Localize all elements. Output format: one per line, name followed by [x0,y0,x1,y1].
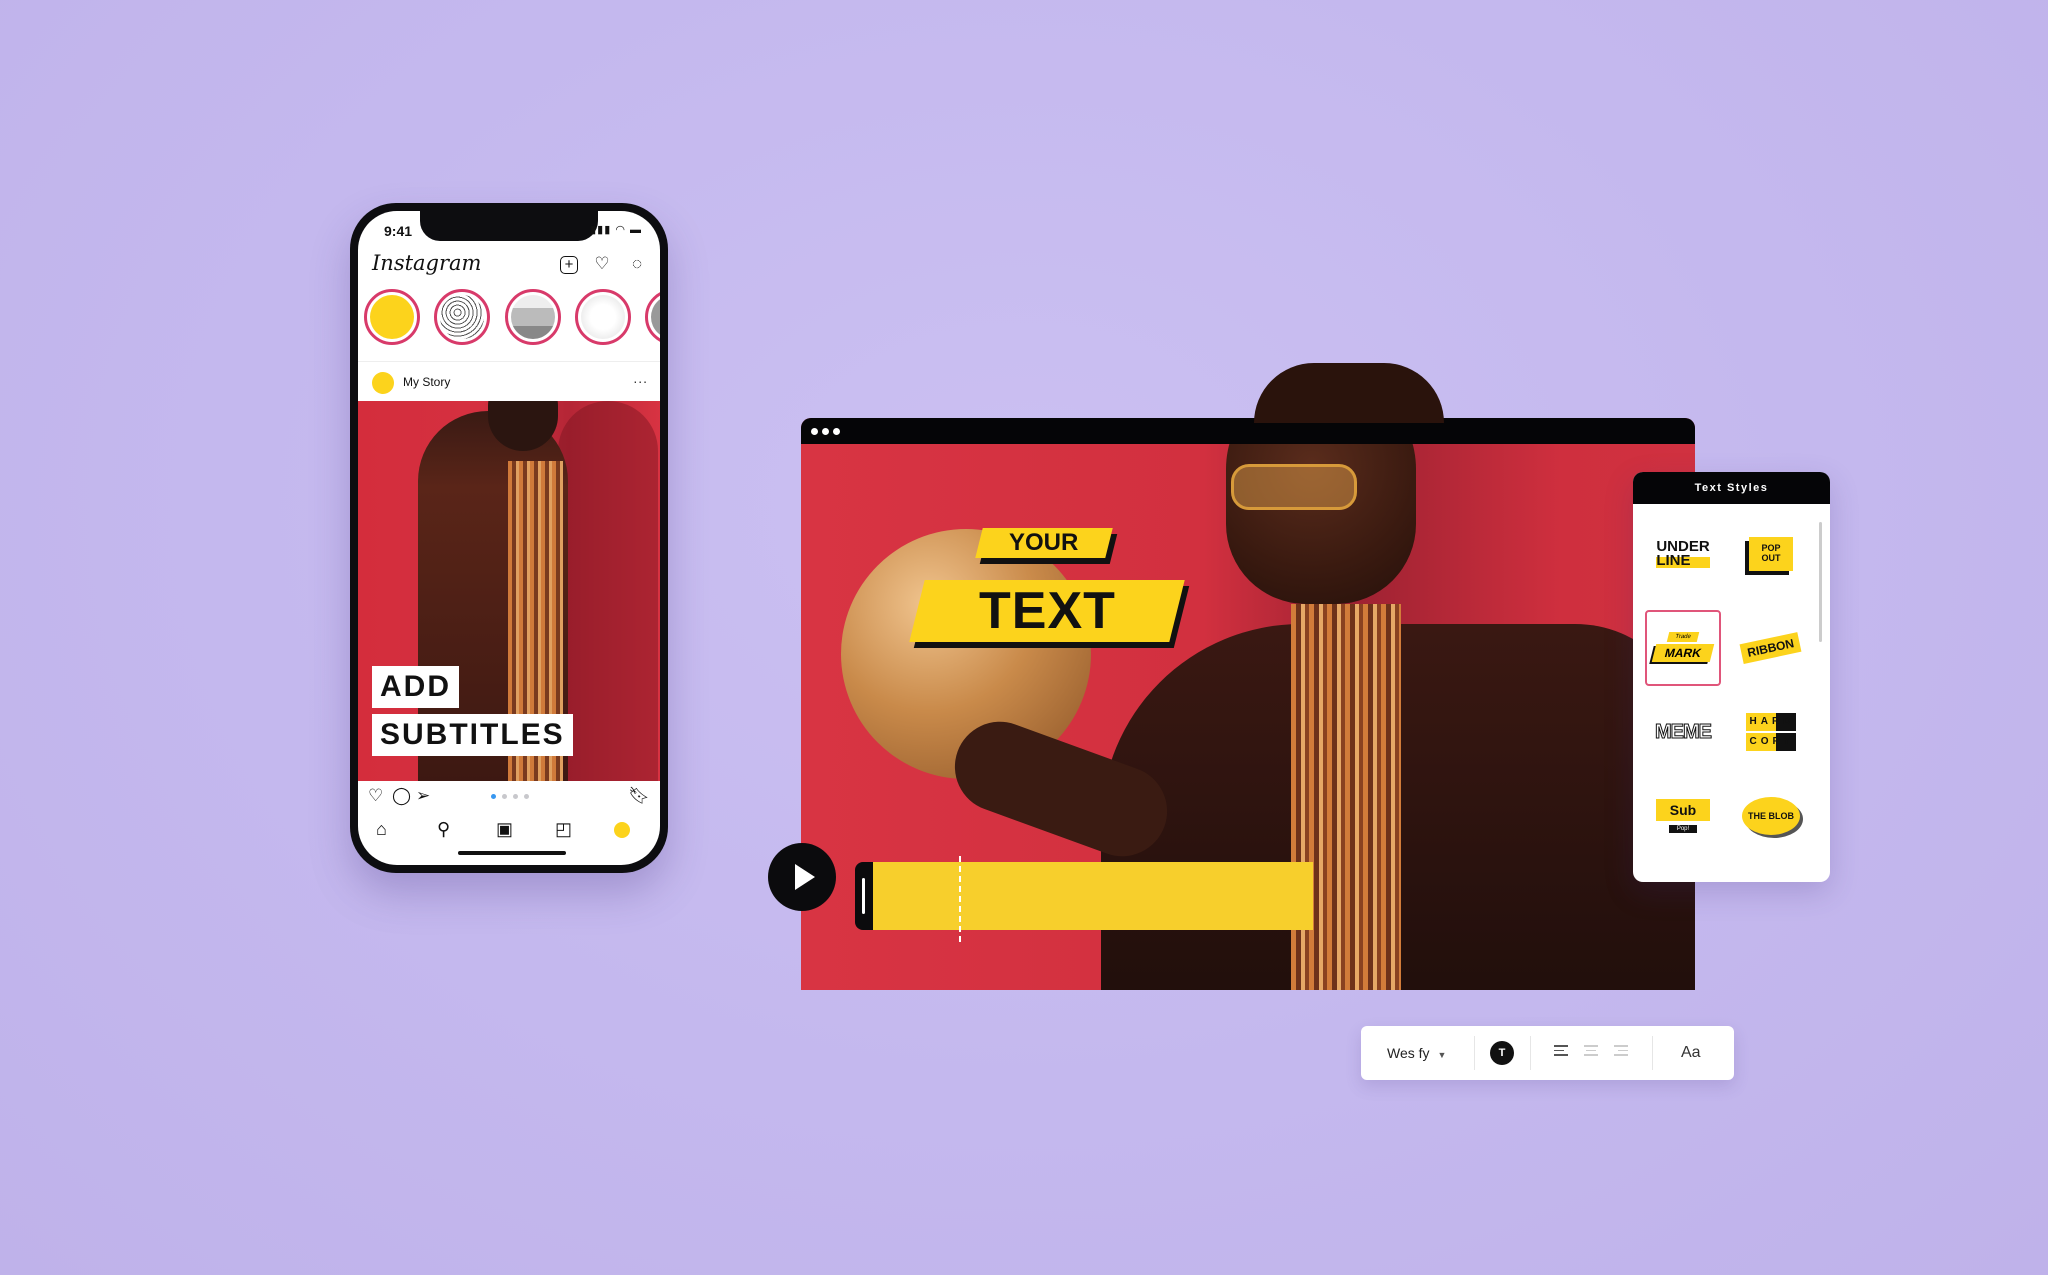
align-left-icon[interactable] [1554,1045,1568,1059]
play-icon [795,864,815,890]
window-dot[interactable] [811,428,818,435]
timeline-clip[interactable] [873,862,1313,930]
play-button[interactable] [768,843,836,911]
text-color-button[interactable]: T [1490,1041,1514,1065]
style-label: THE BLOB [1742,797,1800,835]
style-label-small: Pop! [1668,825,1697,833]
text-case-button[interactable]: Aa [1681,1026,1701,1080]
text-toolbar: Wes fy ▼ T Aa [1361,1026,1734,1080]
style-sub-pop[interactable]: Sub Pop! [1645,778,1721,854]
style-hard-copy[interactable]: HARD COPY [1733,694,1809,770]
story-item[interactable] [645,289,660,345]
wifi-icon: ◠ [615,224,626,236]
playhead[interactable] [959,856,961,942]
like-icon[interactable]: ♡ [368,786,383,806]
signal-icon: ▮▮▮ [590,224,612,236]
subtitle-line-2: SUBTITLES [372,714,573,756]
battery-icon: ▬ [630,224,642,236]
font-name: Wes fy [1387,1045,1430,1061]
carousel-dot [524,794,529,799]
style-label: COPY [1745,733,1797,751]
panel-title: Text Styles [1633,472,1830,504]
window-dot[interactable] [833,428,840,435]
reels-icon[interactable]: ▣ [496,819,513,840]
search-icon[interactable]: ⚲ [437,819,450,840]
share-icon[interactable]: ➢ [416,786,430,806]
timeline-track[interactable] [855,856,1355,942]
caption-your-text: YOUR [1009,529,1079,556]
style-underline[interactable]: UNDER LINE [1645,516,1721,592]
style-label-small: Trade [1666,632,1700,642]
caption-text[interactable]: TEXT [909,580,1185,642]
align-center-icon[interactable] [1584,1045,1598,1059]
status-icons: ▮▮▮ ◠ ▬ [590,223,642,236]
carousel-dot [502,794,507,799]
text-styles-panel: Text Styles UNDER LINE POP OUT Trade MARK R… [1633,472,1830,882]
post-username[interactable]: My Story [403,375,450,389]
divider [1652,1036,1653,1070]
phone-screen: 9:41 ▮▮▮ ◠ ▬ Instagram + ♡ ◌ My Story ..… [358,211,660,865]
style-label: OUT [1761,553,1781,563]
story-own[interactable] [364,289,420,345]
story-item[interactable] [505,289,561,345]
chevron-down-icon: ▼ [1437,1050,1447,1060]
style-label: POP [1761,543,1781,553]
post-header: My Story ... [358,361,660,402]
app-logo: Instagram [372,251,482,275]
shadow [558,401,658,781]
man-shirt [1291,604,1401,990]
align-right-icon[interactable] [1614,1045,1628,1059]
style-ribbon[interactable]: RIBBON [1733,610,1809,686]
stories-row [362,289,660,355]
caption-main-text: TEXT [978,582,1116,640]
style-trademark[interactable]: Trade MARK [1645,610,1721,686]
scrollbar[interactable] [1819,522,1822,642]
window-titlebar [801,418,1695,444]
man-head-overflow [1254,363,1444,423]
window-dot[interactable] [822,428,829,435]
style-label: MEME [1655,720,1713,743]
bookmark-icon[interactable]: 🔖︎ [628,786,650,806]
caption-your[interactable]: YOUR [975,528,1113,558]
style-label: Sub [1655,799,1711,821]
sunglasses [1231,464,1357,510]
trim-handle[interactable] [855,862,873,930]
font-dropdown[interactable]: Wes fy ▼ [1387,1026,1446,1080]
carousel-dot-active [491,794,496,799]
home-indicator [458,851,566,855]
heart-icon[interactable]: ♡ [591,253,613,275]
status-time: 9:41 [384,223,413,239]
phone-mockup: 9:41 ▮▮▮ ◠ ▬ Instagram + ♡ ◌ My Story ..… [350,203,668,873]
divider [1474,1036,1475,1070]
post-image: ADD SUBTITLES [358,401,660,781]
carousel-dot [513,794,518,799]
style-meme[interactable]: MEME [1645,694,1721,770]
story-item[interactable] [575,289,631,345]
style-label: HARD [1745,713,1797,731]
style-label: MARK [1651,644,1715,662]
divider [1530,1036,1531,1070]
story-item[interactable] [434,289,490,345]
editor-window: YOUR TEXT [801,418,1695,990]
messenger-icon[interactable]: ◌ [626,253,648,275]
style-label: LINE [1656,552,1691,569]
style-label: RIBBON [1739,632,1803,664]
post-actions: ♡ ◯ ➢ 🔖︎ [358,781,660,811]
new-post-icon[interactable]: + [560,256,578,274]
phone-notch [420,211,598,241]
style-pop-out[interactable]: POP OUT [1733,516,1809,592]
bottom-nav: ⌂ ⚲ ▣ ◰ [358,811,660,851]
subtitle-line-1: ADD [372,666,459,708]
home-icon[interactable]: ⌂ [376,819,387,840]
avatar[interactable] [372,372,394,394]
video-canvas: YOUR TEXT [801,444,1695,990]
profile-avatar-icon[interactable] [614,822,630,838]
more-options-icon[interactable]: ... [633,370,648,386]
comment-icon[interactable]: ◯ [392,786,411,806]
shop-icon[interactable]: ◰ [555,819,572,840]
style-the-blob[interactable]: THE BLOB [1733,778,1809,854]
